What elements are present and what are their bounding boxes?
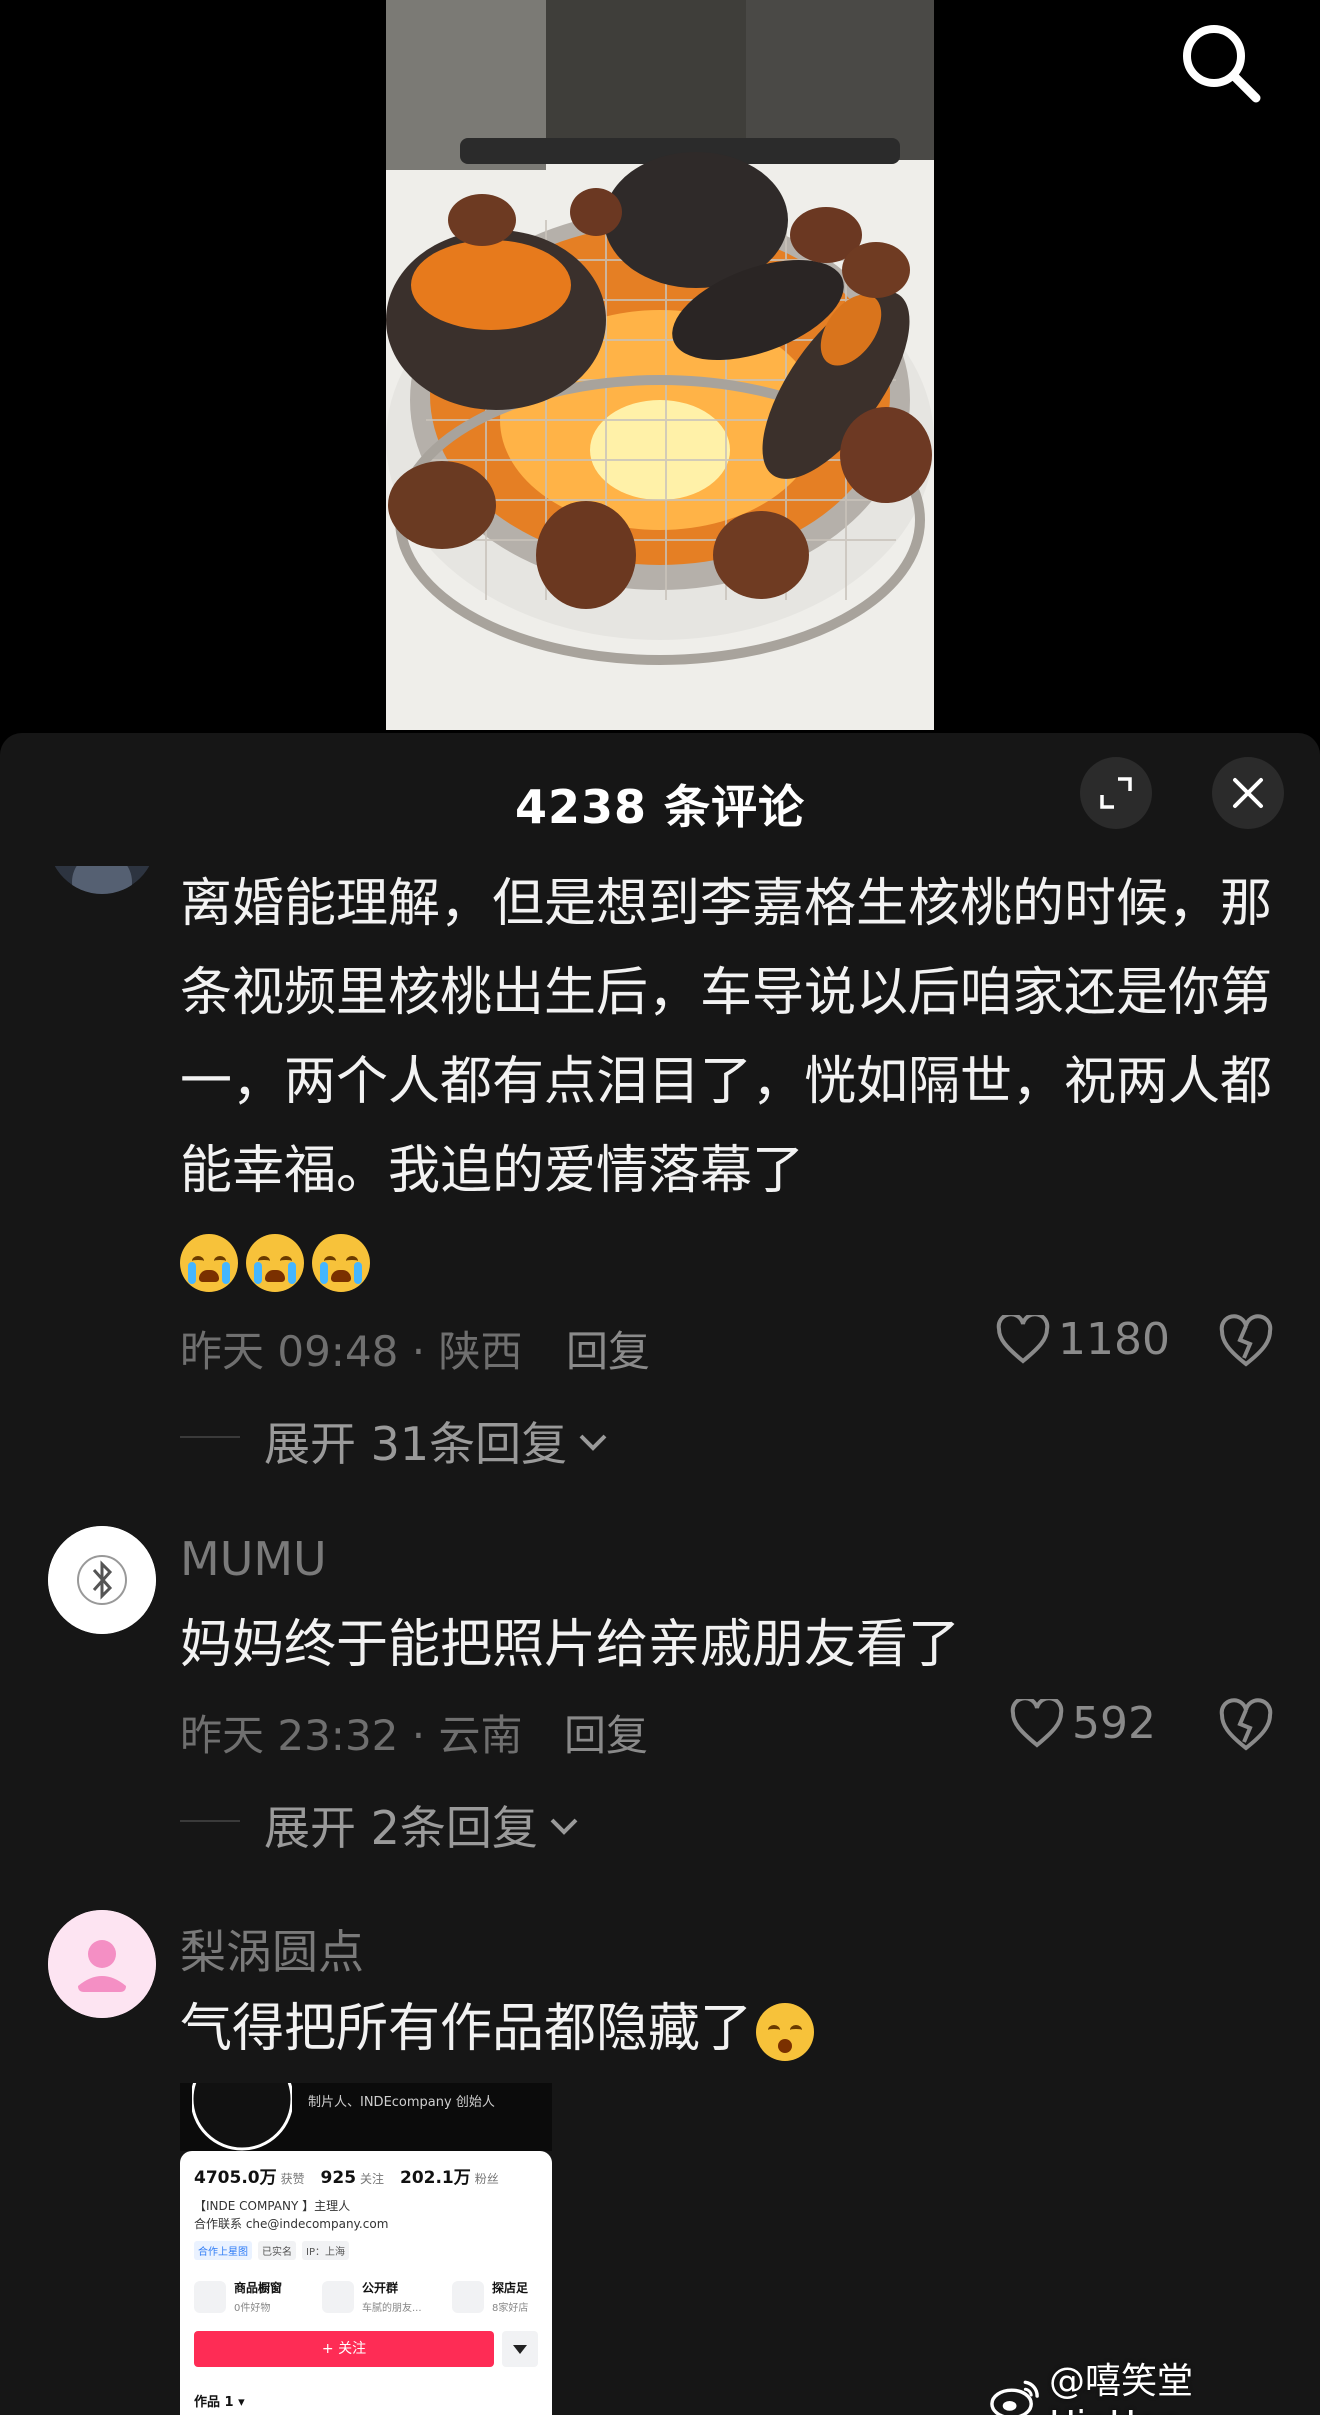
comment-body: 离婚能理解，但是想到李嘉格生核桃的时候，那条视频里核桃出生后，车导说以后咱家还是… [180,874,1273,1201]
divider-line [180,1436,240,1438]
video-frame[interactable] [386,0,934,730]
watermark: @嘻笑堂HipHop [988,2352,1320,2415]
profile-more-button [502,2331,538,2367]
profile-contact-line: 合作联系 che@indecompany.com [194,2217,389,2231]
reply-button[interactable]: 回复 [564,1702,648,1763]
profile-avatar-icon [192,2083,292,2151]
profile-follow-button: + 关注 [194,2331,494,2367]
comment-timestamp: 昨天 09:48 · 陕西 [180,1327,523,1376]
stat-label: 关注 [360,2172,385,2186]
profile-tag: 已实名 [258,2241,296,2260]
shortcut-title: 探店足 [492,2281,529,2295]
commenter-username[interactable]: 梨涡圆点 [180,1916,364,1982]
comment-text: 妈妈终于能把照片给亲戚朋友看了 [180,1615,961,1675]
chevron-down-icon [550,1818,578,1835]
broken-heart-icon [1219,1698,1273,1751]
profile-shortcut: 公开群 车腻的朋友... [322,2277,442,2321]
shortcut-subtitle: 车腻的朋友... [362,2303,422,2314]
profile-shortcut: 探店足 8家好店 [452,2277,552,2321]
close-icon [1233,778,1263,808]
default-user-avatar-icon [48,1910,156,2018]
shortcut-subtitle: 0件好物 [234,2303,271,2314]
group-chat-icon [322,2281,354,2313]
shop-icon [194,2281,226,2313]
profile-works-label: 作品 1 ▾ [194,2395,245,2410]
expand-replies-button[interactable]: 展开 2条回复 [264,1792,584,1858]
divider-line [180,1820,240,1822]
dislike-button[interactable] [1218,1698,1274,1754]
video-player[interactable] [0,0,1320,735]
expand-sheet-button[interactable] [1080,757,1152,829]
crying-emoji-icon [180,1234,238,1292]
stat-value: 925 [320,2168,357,2188]
reply-button[interactable]: 回复 [566,1318,650,1379]
search-button[interactable] [1176,18,1266,108]
comment-text: 离婚能理解，但是想到李嘉格生核桃的时候，那条视频里核桃出生后，车导说以后咱家还是… [180,860,1280,1305]
comment-body: 气得把所有作品都隐藏了 [180,1999,753,2059]
heart-icon [1010,1698,1064,1748]
like-count: 592 [1072,1698,1156,1749]
shortcut-title: 商品橱窗 [234,2281,283,2295]
expand-replies-label: 展开 31条回复 [264,1417,568,1471]
profile-tag: IP：上海 [302,2241,349,2260]
store-icon [452,2281,484,2313]
shortcut-title: 公开群 [362,2281,399,2295]
like-count: 1180 [1058,1314,1170,1365]
like-button[interactable]: 592 [1010,1698,1156,1749]
profile-info-panel: 4705.0万 获赞 925 关注 202.1万 粉丝 【INDE COMPANY 】… [180,2151,552,2415]
close-sheet-button[interactable] [1212,757,1284,829]
stat-value: 4705.0万 [194,2168,277,2188]
broken-heart-icon [1219,1314,1273,1367]
search-icon [1183,25,1261,103]
thinking-emoji-icon [756,2003,815,2061]
profile-shortcut: 商品橱窗 0件好物 [194,2277,314,2321]
profile-tags: 合作上星图 已实名 IP：上海 [194,2241,349,2260]
crying-emoji-icon [246,1234,304,1292]
expand-replies-button[interactable]: 展开 31条回复 [264,1408,613,1474]
profile-role-line: 制片人、INDEcompany 创始人 [308,2095,495,2110]
commenter-avatar[interactable] [48,1910,156,2018]
watermark-text: @嘻笑堂HipHop [1049,2361,1194,2415]
profile-tag: 合作上星图 [194,2241,252,2260]
profile-header-strip: 制片人、INDEcompany 创始人 [180,2083,552,2151]
stat-label: 获赞 [280,2172,305,2186]
commenter-avatar[interactable] [48,1526,156,1634]
crying-emoji-icon [312,1234,370,1292]
profile-bio-line: 【INDE COMPANY 】主理人 [194,2199,351,2213]
chevron-down-icon [579,1434,607,1451]
stat-label: 粉丝 [474,2172,499,2186]
dislike-button[interactable] [1218,1314,1274,1370]
bluetooth-avatar-icon [48,1526,156,1634]
profile-stats: 4705.0万 获赞 925 关注 202.1万 粉丝 [194,2163,509,2188]
video-thumbnail-image [386,0,934,730]
weibo-logo-icon [990,2380,1039,2415]
dropdown-arrow-icon [513,2345,527,2354]
shortcut-subtitle: 8家好店 [492,2303,529,2314]
like-button[interactable]: 1180 [996,1314,1170,1365]
heart-icon [996,1314,1050,1364]
stat-value: 202.1万 [399,2168,471,2188]
comment-attached-image[interactable]: 制片人、INDEcompany 创始人 4705.0万 获赞 925 关注 202.… [180,2083,552,2415]
comment-timestamp: 昨天 23:32 · 云南 [180,1711,523,1760]
comment-text: 气得把所有作品都隐藏了 [180,1984,1280,2074]
expand-icon [1100,777,1132,809]
expand-replies-label: 展开 2条回复 [264,1801,538,1855]
commenter-username[interactable]: MUMU [180,1532,327,1586]
